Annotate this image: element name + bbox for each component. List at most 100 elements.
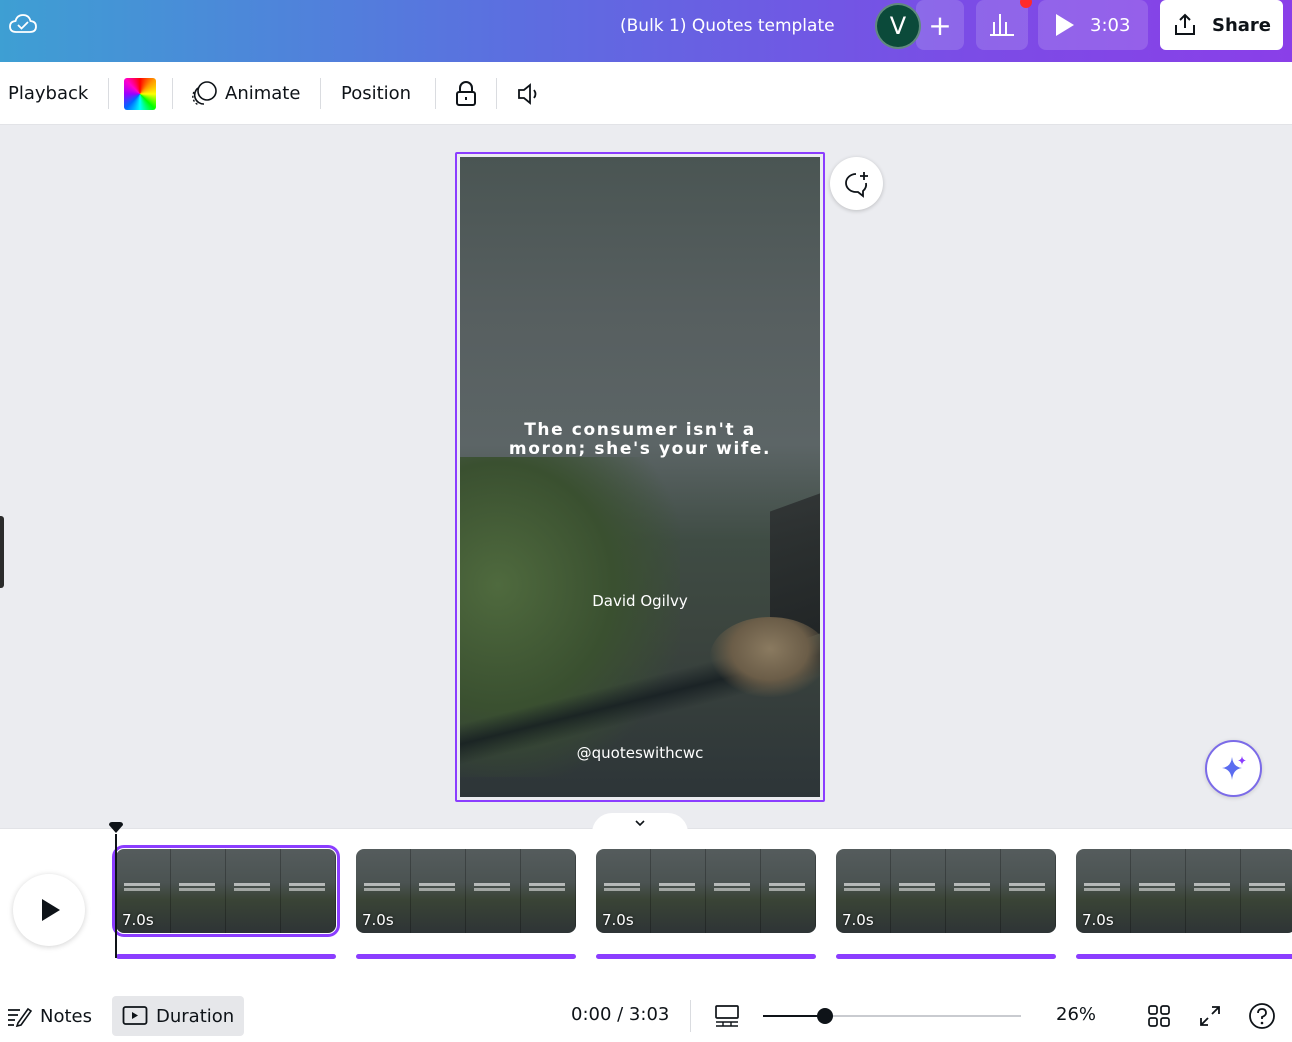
avatar[interactable]: V [875,3,921,49]
zoom-slider-handle[interactable] [817,1008,833,1024]
add-comment-button[interactable] [830,157,883,210]
volume-button[interactable] [516,62,544,125]
clip-thumbnail [1241,849,1292,933]
timeline-play-button[interactable] [13,874,85,946]
add-comment-icon [844,171,868,198]
magic-sparkle-icon [1221,755,1246,780]
duration-label: Duration [156,1005,235,1027]
clip-progress-bar [356,954,576,959]
duration-icon [122,1006,148,1025]
toolbar-divider [320,78,321,109]
toolbar-divider [172,78,173,109]
color-palette-icon [124,77,156,110]
color-button[interactable] [124,62,156,125]
social-handle[interactable]: @quoteswithcwc [460,744,820,762]
page-layout-button[interactable] [713,1002,741,1030]
add-collaborator-button[interactable]: + [916,0,964,50]
share-label: Share [1212,14,1272,36]
clip-thumbnail [706,849,761,933]
cloud-sync-icon[interactable] [8,12,38,36]
clip-progress-bar [116,954,336,959]
editor-toolbar: Playback Animate Position [0,62,1292,125]
design-page[interactable]: The consumer isn't a moron; she's your w… [460,157,820,797]
toolbar-divider [435,78,436,109]
present-duration: 3:03 [1090,14,1131,36]
clip-thumbnail [651,849,706,933]
toolbar-divider [496,78,497,109]
toolbar-divider [108,78,109,109]
position-label: Position [341,83,412,104]
quote-line-1: The consumer isn't a [524,420,756,440]
time-readout: 0:00 / 3:03 [571,1004,670,1025]
clip-duration-label: 7.0s [842,911,874,929]
bar-chart-icon [990,14,1014,36]
clip-thumbnail [171,849,226,933]
magic-assistant-button[interactable] [1205,740,1262,797]
clip-progress-bar [1076,954,1292,959]
playhead[interactable] [115,834,117,958]
play-icon [1056,14,1074,36]
play-icon [42,899,60,921]
position-button[interactable]: Position [341,62,411,125]
clip-thumbnail [1186,849,1241,933]
playback-label: Playback [8,83,89,104]
notes-label: Notes [40,1005,92,1027]
grid-view-button[interactable] [1145,1002,1173,1030]
help-icon [1249,1003,1275,1029]
timeline-clip[interactable]: 7.0s [836,849,1056,933]
clip-thumbnail [281,849,336,933]
plus-label: + [928,8,952,42]
zoom-slider-fill [763,1015,825,1017]
animate-label: Animate [225,83,301,104]
notes-icon [8,1007,32,1028]
background-hat [710,617,820,697]
quote-line-2: moron; she's your wife. [508,439,772,459]
top-bar: (Bulk 1) Quotes template + V 3:03 Share [0,0,1292,62]
collapse-timeline-button[interactable] [592,813,688,833]
help-button[interactable] [1248,1002,1276,1030]
timeline-clip[interactable]: 7.0s [112,845,340,937]
clip-thumbnail [946,849,1001,933]
footer-divider [690,1000,691,1032]
fullscreen-icon [1200,1006,1220,1026]
zoom-level[interactable]: 26% [1056,1004,1096,1025]
grid-view-icon [1148,1005,1170,1027]
notes-button[interactable]: Notes [6,996,92,1036]
clip-duration-label: 7.0s [362,911,394,929]
side-panel-handle[interactable] [0,516,4,588]
present-button[interactable]: 3:03 [1038,0,1148,50]
timeline-clip[interactable]: 7.0s [1076,849,1292,933]
page-layout-icon [715,1005,739,1027]
clip-thumbnail [761,849,816,933]
lock-button[interactable] [454,62,478,125]
clip-thumbnail [521,849,576,933]
quote-text[interactable]: The consumer isn't a moron; she's your w… [460,421,820,459]
clip-thumbnail [466,849,521,933]
playback-button[interactable]: Playback [8,62,88,125]
notification-dot [1020,0,1032,8]
volume-icon [518,82,537,105]
animate-icon [192,80,217,106]
clip-thumbnail [1131,849,1186,933]
clip-duration-label: 7.0s [1082,911,1114,929]
document-title[interactable]: (Bulk 1) Quotes template [620,14,835,38]
clip-thumbnail [411,849,466,933]
chevron-down-icon [635,820,645,827]
clip-thumbnail [1001,849,1056,933]
timeline-clip[interactable]: 7.0s [356,849,576,933]
duration-button[interactable]: Duration [112,996,245,1036]
design-page-selection[interactable]: The consumer isn't a moron; she's your w… [455,152,825,802]
share-button[interactable]: Share [1160,0,1283,50]
insights-button[interactable] [976,0,1028,50]
fullscreen-button[interactable] [1196,1002,1224,1030]
clip-progress-bar [836,954,1056,959]
clip-progress-bar [596,954,816,959]
quote-author[interactable]: David Ogilvy [460,592,820,610]
clip-thumbnail [226,849,281,933]
timeline-clip[interactable]: 7.0s [596,849,816,933]
animate-button[interactable]: Animate [190,62,300,125]
lock-icon [456,80,476,106]
share-icon [1175,13,1195,35]
playhead-handle[interactable] [108,822,124,834]
clip-thumbnail [891,849,946,933]
